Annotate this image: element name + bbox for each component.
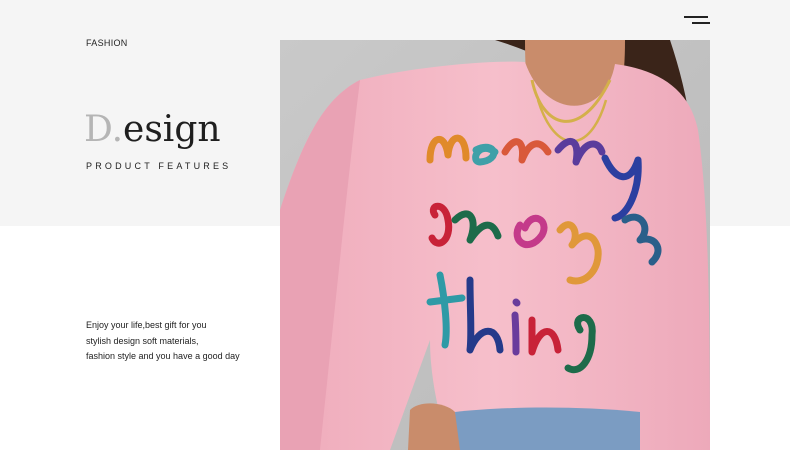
page-subtitle: PRODUCT FEATURES bbox=[86, 161, 232, 171]
title-initial: D. bbox=[84, 109, 124, 150]
section-label: FASHION bbox=[86, 38, 128, 48]
description-line: fashion style and you have a good day bbox=[86, 351, 240, 361]
description-line: Enjoy your life,best gift for you bbox=[86, 320, 207, 330]
hamburger-menu-icon[interactable] bbox=[680, 12, 712, 32]
sweater-illustration bbox=[280, 40, 710, 450]
description-line: stylish design soft materials, bbox=[86, 335, 199, 346]
menu-bar-top bbox=[684, 16, 708, 18]
page-title: D.esign bbox=[84, 108, 221, 152]
product-photo bbox=[280, 40, 710, 450]
description-block: Enjoy your life,best gift for you stylis… bbox=[86, 318, 276, 365]
jeans bbox=[455, 407, 640, 450]
title-rest: esign bbox=[123, 109, 221, 150]
menu-bar-bottom bbox=[692, 22, 710, 24]
